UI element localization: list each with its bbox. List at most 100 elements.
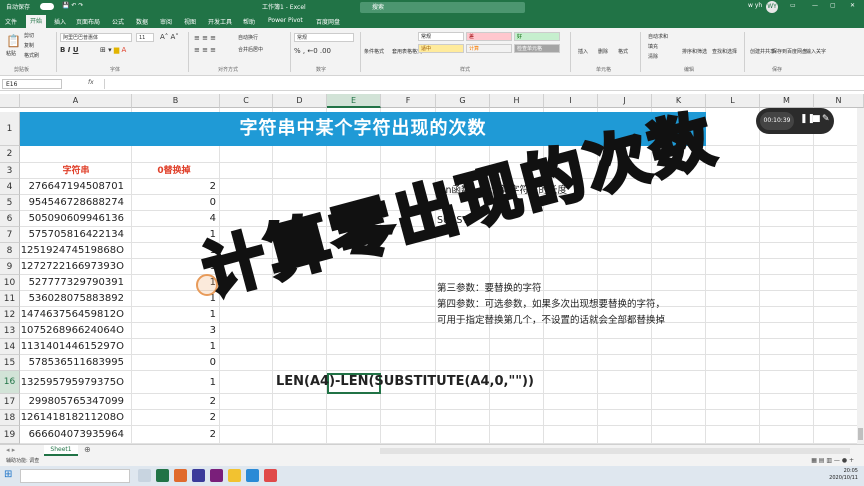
merge-button[interactable]: 合并后居中 (238, 46, 263, 53)
cell-string[interactable]: 126141818211208O (20, 410, 132, 426)
cell-string[interactable]: 127272216697393O (20, 259, 132, 275)
tab-insert[interactable]: 插入 (54, 17, 66, 26)
column-header[interactable]: H (490, 94, 544, 108)
select-all[interactable] (0, 94, 20, 108)
column-header[interactable]: G (436, 94, 490, 108)
font-name-select[interactable]: 阿里巴巴普惠体 (60, 33, 132, 42)
paste-button[interactable]: 粘贴 (6, 50, 16, 57)
row-header[interactable]: 17 (0, 394, 20, 410)
task-view-icon[interactable] (138, 469, 151, 482)
row-header[interactable]: 12 (0, 307, 20, 323)
column-header[interactable]: F (381, 94, 436, 108)
currency-icon[interactable]: % , ←0 .00 (294, 47, 331, 55)
copy-button[interactable]: 复制 (24, 42, 34, 49)
row-header[interactable]: 4 (0, 179, 20, 195)
windows-start-icon[interactable]: ⊞ (4, 469, 12, 480)
tab-developer[interactable]: 开发工具 (208, 17, 232, 26)
app-icon-2[interactable] (192, 469, 205, 482)
app-icon-1[interactable] (174, 469, 187, 482)
cell-string[interactable]: 132595795979375O (20, 371, 132, 394)
wrap-button[interactable]: 自动换行 (238, 34, 258, 41)
cell-count[interactable]: 1 (132, 371, 220, 394)
cell-string[interactable]: 954546728688274 (20, 195, 132, 211)
stop-icon[interactable]: ■ (812, 114, 821, 124)
column-header[interactable]: B (132, 94, 220, 108)
sheet-tab[interactable]: Sheet1 (44, 445, 78, 456)
autosum-button[interactable]: 自动求和 (648, 33, 668, 40)
column-header[interactable]: C (220, 94, 273, 108)
cell-string[interactable]: 125192474519868O (20, 243, 132, 259)
cell-count[interactable]: 1 (132, 339, 220, 355)
cell-count[interactable]: 0 (132, 355, 220, 371)
clock[interactable]: 20:05 2020/10/11 (829, 468, 858, 482)
cell-string[interactable]: 147463756459812O (20, 307, 132, 323)
style-normal[interactable]: 常规 (418, 32, 464, 41)
sheet-nav-icon[interactable]: ◂ ▸ (6, 446, 15, 454)
bold-icon[interactable]: B I U (60, 46, 79, 54)
style-check[interactable]: 检查单元格 (514, 44, 560, 53)
app-icon-4[interactable] (246, 469, 259, 482)
close-icon[interactable]: ✕ (850, 2, 855, 9)
avatar[interactable]: WY (766, 1, 778, 13)
cell-string[interactable]: 575705816422134 (20, 227, 132, 243)
sort-filter-button[interactable]: 排序和筛选 (682, 48, 707, 55)
font-size-select[interactable]: 11 (136, 33, 154, 42)
folder-icon[interactable] (228, 469, 241, 482)
cell-string[interactable]: 578536511683995 (20, 355, 132, 371)
header-replace[interactable]: 0替换掉 (132, 163, 220, 176)
tab-help[interactable]: 帮助 (243, 17, 255, 26)
conditional-format-button[interactable]: 条件格式 (364, 48, 384, 55)
horizontal-scrollbar[interactable] (380, 448, 850, 454)
cell-count[interactable]: 2 (132, 179, 220, 195)
cell-string[interactable]: 107526896624064O (20, 323, 132, 339)
cell-string[interactable]: 527777329790391 (20, 275, 132, 291)
row-header[interactable]: 5 (0, 195, 20, 211)
cell-count[interactable]: 0 (132, 195, 220, 211)
autosave-toggle[interactable] (40, 3, 54, 10)
column-header[interactable]: M (760, 94, 814, 108)
column-header[interactable]: N (814, 94, 864, 108)
minimize-icon[interactable]: — (812, 2, 818, 9)
excel-taskbar-icon[interactable] (156, 469, 169, 482)
row-header[interactable]: 13 (0, 323, 20, 339)
taskbar-search[interactable] (20, 469, 130, 483)
cell-count[interactable]: 2 (132, 394, 220, 410)
baidu-save-button[interactable]: 保存到百度网盘 (772, 48, 807, 55)
zoom-slider-icon[interactable]: ▦ ▤ ▥ — ● + (811, 456, 854, 466)
row-header[interactable]: 2 (0, 146, 20, 163)
pen-icon[interactable]: ✎ (822, 114, 830, 124)
row-header[interactable]: 9 (0, 259, 20, 275)
app-icon-5[interactable] (264, 469, 277, 482)
tab-home[interactable]: 开始 (26, 15, 47, 28)
cell-string[interactable]: 536028075883892 (20, 291, 132, 307)
find-select-button[interactable]: 查找和选择 (712, 48, 737, 55)
font-grow-icon[interactable]: A˄ A˅ (160, 33, 179, 41)
row-header[interactable]: 8 (0, 243, 20, 259)
cell-string[interactable]: 276647194508701 (20, 179, 132, 195)
tab-baidu[interactable]: 百度网盘 (316, 17, 340, 26)
row-header[interactable]: 19 (0, 426, 20, 444)
row-header[interactable]: 18 (0, 410, 20, 426)
row-header[interactable]: 6 (0, 211, 20, 227)
align-top-icon[interactable]: ≡ ≡ ≡ (194, 34, 216, 42)
style-calc[interactable]: 计算 (466, 44, 512, 53)
border-icon[interactable]: ⊞ ▾ ▆ A (100, 46, 126, 54)
style-neutral[interactable]: 适中 (418, 44, 464, 53)
number-format-select[interactable]: 常规 (294, 33, 354, 42)
row-header[interactable]: 15 (0, 355, 20, 371)
format-cells-button[interactable]: 格式 (618, 48, 628, 55)
vertical-scrollbar[interactable] (857, 108, 864, 444)
app-icon-3[interactable] (210, 469, 223, 482)
delete-cells-button[interactable]: 删除 (598, 48, 608, 55)
tab-power-pivot[interactable]: Power Pivot (268, 17, 303, 24)
cell-string[interactable]: 113140144615297O (20, 339, 132, 355)
insert-cells-button[interactable]: 插入 (578, 48, 588, 55)
style-good[interactable]: 好 (514, 32, 560, 41)
format-painter-button[interactable]: 格式刷 (24, 52, 39, 59)
column-header[interactable]: A (20, 94, 132, 108)
row-header[interactable]: 14 (0, 339, 20, 355)
fx-icon[interactable]: fx (88, 79, 94, 86)
tab-view[interactable]: 视图 (184, 17, 196, 26)
style-bad[interactable]: 差 (466, 32, 512, 41)
cut-button[interactable]: 剪切 (24, 32, 34, 39)
